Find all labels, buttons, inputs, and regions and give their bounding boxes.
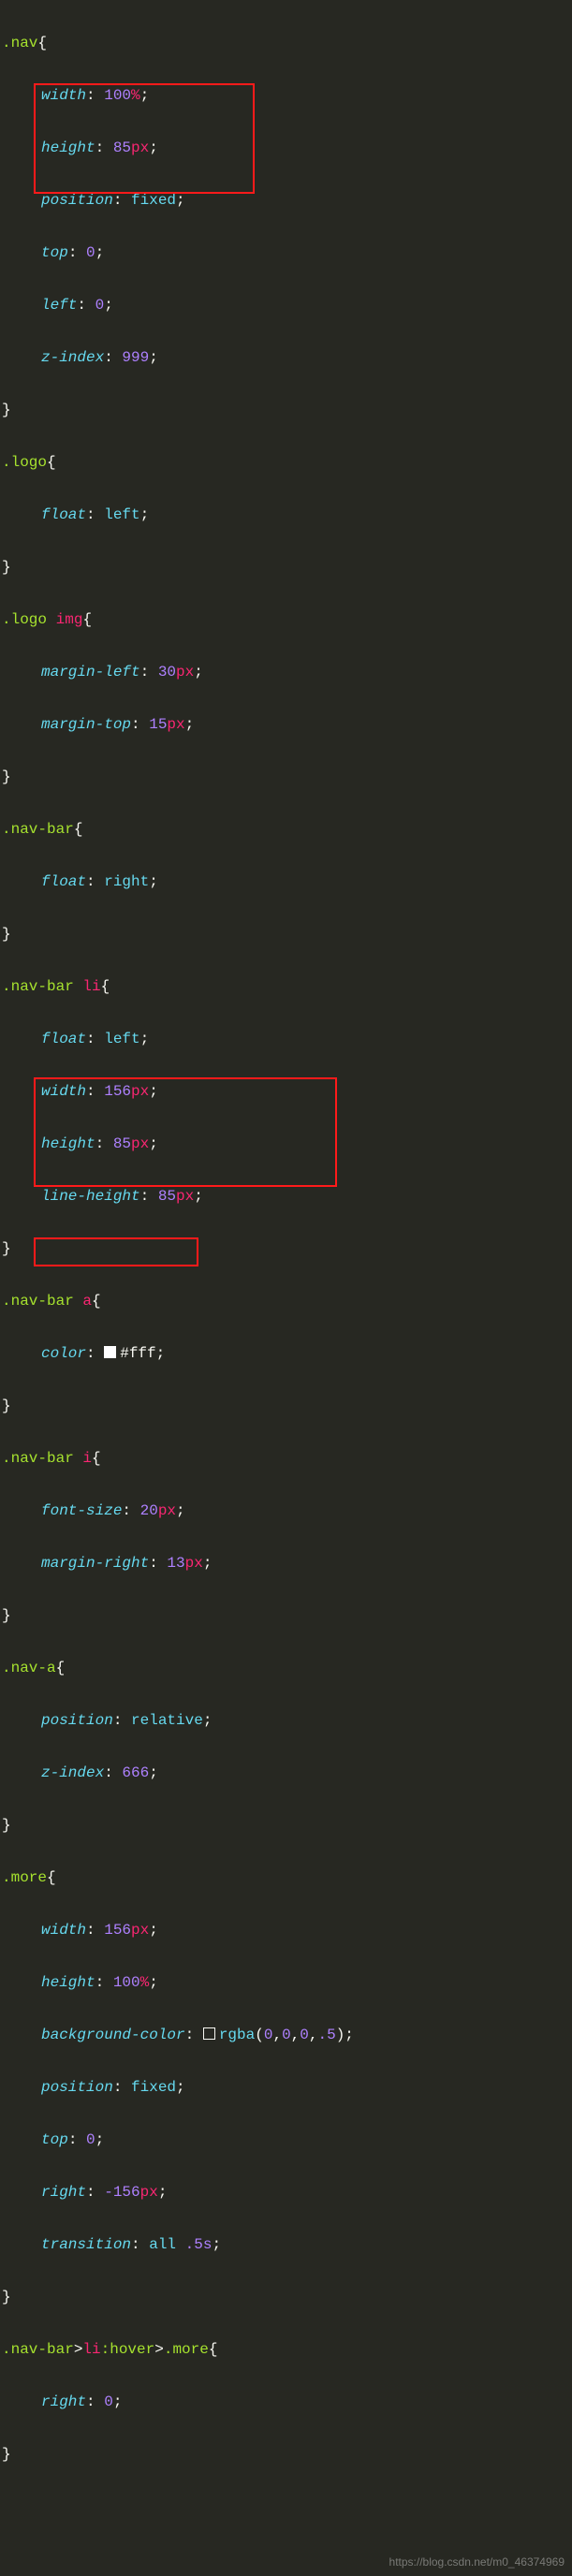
- selector: .more: [2, 1869, 47, 1886]
- code-line: z-index: 999;: [2, 344, 570, 371]
- code-line: line-height: 85px;: [2, 1183, 570, 1209]
- code-line: .nav{: [2, 30, 570, 56]
- selector-tag: li: [82, 978, 100, 995]
- code-line: right: 0;: [2, 2389, 570, 2415]
- code-line: .nav-bar i{: [2, 1445, 570, 1471]
- code-line: z-index: 666;: [2, 1760, 570, 1786]
- color-swatch-icon: [203, 2027, 215, 2040]
- code-line: }: [2, 764, 570, 790]
- code-line: font-size: 20px;: [2, 1498, 570, 1524]
- selector-tag: i: [82, 1450, 92, 1467]
- code-line: .logo{: [2, 449, 570, 476]
- code-line: top: 0;: [2, 2127, 570, 2153]
- code-line: float: left;: [2, 1026, 570, 1052]
- code-line: right: -156px;: [2, 2179, 570, 2205]
- code-line: float: left;: [2, 502, 570, 528]
- code-line: position: fixed;: [2, 2074, 570, 2100]
- code-line: }: [2, 2441, 570, 2467]
- selector: .nav-bar: [2, 978, 74, 995]
- code-line: margin-top: 15px;: [2, 711, 570, 738]
- code-line: width: 156px;: [2, 1917, 570, 1943]
- code-line: }: [2, 397, 570, 423]
- watermark: https://blog.csdn.net/m0_46374969: [389, 2553, 565, 2572]
- selector: .nav-bar: [2, 1450, 74, 1467]
- code-line: .nav-bar{: [2, 816, 570, 842]
- selector-tag: a: [82, 1293, 92, 1310]
- selector: .logo: [2, 454, 47, 471]
- selector: .nav-bar: [2, 821, 74, 838]
- code-line: }: [2, 2284, 570, 2310]
- code-line: }: [2, 554, 570, 580]
- selector: .more: [164, 2341, 209, 2358]
- code-line: width: 156px;: [2, 1078, 570, 1105]
- pseudo-class: :hover: [101, 2341, 155, 2358]
- code-line: }: [2, 921, 570, 947]
- code-line: top: 0;: [2, 240, 570, 266]
- code-line: float: right;: [2, 869, 570, 895]
- code-block: .nav{ width: 100%; height: 85px; positio…: [0, 0, 572, 2576]
- code-line: height: 85px;: [2, 1131, 570, 1157]
- code-line: .nav-bar li{: [2, 973, 570, 1000]
- code-line: }: [2, 1236, 570, 1262]
- code-line: }: [2, 1812, 570, 1838]
- selector: .nav: [2, 35, 37, 51]
- selector: .nav-a: [2, 1660, 56, 1676]
- code-line: width: 100%;: [2, 82, 570, 109]
- code-line: transition: all .5s;: [2, 2232, 570, 2258]
- code-line: height: 85px;: [2, 135, 570, 161]
- code-line: position: relative;: [2, 1707, 570, 1734]
- code-line: .more{: [2, 1865, 570, 1891]
- code-line: }: [2, 1603, 570, 1629]
- selector: .logo: [2, 611, 47, 628]
- code-line: margin-left: 30px;: [2, 659, 570, 685]
- code-line: color: #fff;: [2, 1340, 570, 1367]
- color-swatch-icon: [104, 1346, 116, 1358]
- selector-tag: li: [82, 2341, 100, 2358]
- code-line: background-color: rgba(0,0,0,.5);: [2, 2022, 570, 2048]
- code-line: margin-right: 13px;: [2, 1550, 570, 1576]
- selector-tag: img: [56, 611, 83, 628]
- code-line: .logo img{: [2, 607, 570, 633]
- code-line: .nav-bar a{: [2, 1288, 570, 1314]
- code-line: .nav-bar>li:hover>.more{: [2, 2336, 570, 2363]
- code-line: height: 100%;: [2, 1969, 570, 1996]
- selector: .nav-bar: [2, 2341, 74, 2358]
- code-line: }: [2, 1393, 570, 1419]
- selector: .nav-bar: [2, 1293, 74, 1310]
- code-line: position: fixed;: [2, 187, 570, 213]
- code-line: .nav-a{: [2, 1655, 570, 1681]
- code-line: left: 0;: [2, 292, 570, 318]
